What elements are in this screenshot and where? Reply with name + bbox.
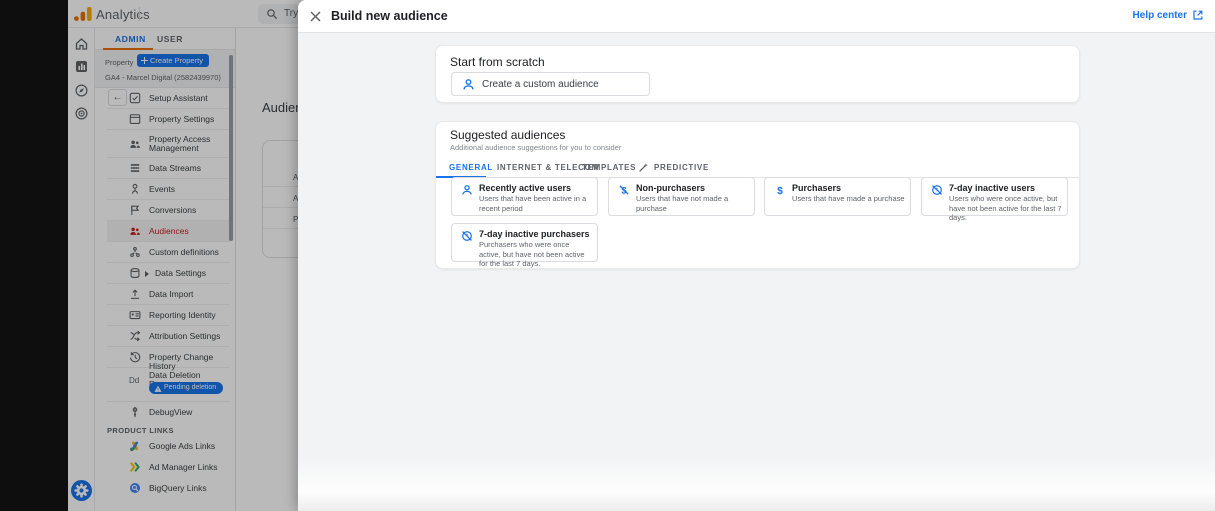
dialog-header: Build new audience Help center <box>298 0 1215 33</box>
dialog-title: Build new audience <box>331 9 448 23</box>
svg-text:$: $ <box>777 186 783 196</box>
external-link-icon[interactable] <box>1192 9 1204 21</box>
person-icon <box>461 184 473 196</box>
suggestion-card-recently-active-users[interactable]: Recently active users Users that have be… <box>451 177 598 216</box>
create-custom-audience-label: Create a custom audience <box>482 79 599 90</box>
dollar-icon: $ <box>774 184 786 196</box>
suggested-audiences-title: Suggested audiences <box>450 128 565 142</box>
dialog-body: Start from scratch Create a custom audie… <box>298 33 1215 511</box>
person-icon <box>462 78 475 91</box>
money-off-icon: $ <box>618 184 630 196</box>
suggestion-card-non-purchasers[interactable]: $ Non-purchasers Users that have not mad… <box>608 177 755 216</box>
suggestion-card-7-day-inactive-users[interactable]: 7-day inactive users Users who were once… <box>921 177 1068 216</box>
start-from-scratch-title: Start from scratch <box>450 55 545 69</box>
tab-templates[interactable]: TEMPLATES <box>582 163 636 172</box>
timer-off-icon <box>931 184 943 196</box>
tab-general[interactable]: GENERAL <box>449 163 493 172</box>
suggestion-card-7-day-inactive-purchasers[interactable]: 7-day inactive purchasers Purchasers who… <box>451 223 598 262</box>
create-custom-audience-button[interactable]: Create a custom audience <box>451 72 650 96</box>
suggestion-card-purchasers[interactable]: $ Purchasers Users that have made a purc… <box>764 177 911 216</box>
suggested-audiences-card: Suggested audiences Additional audience … <box>435 121 1080 269</box>
build-new-audience-dialog: Build new audience Help center Start fro… <box>298 0 1215 511</box>
start-from-scratch-card: Start from scratch Create a custom audie… <box>435 45 1080 103</box>
tab-predictive[interactable]: PREDICTIVE <box>654 163 709 172</box>
help-center-link[interactable]: Help center <box>1133 10 1187 21</box>
screen: Analytics Try <box>0 0 1215 511</box>
predictive-wand-icon[interactable] <box>638 162 649 173</box>
suggested-tabs: GENERAL INTERNET & TELECOM TEMPLATES PRE… <box>436 158 1079 178</box>
suggested-audiences-subtitle: Additional audience suggestions for you … <box>450 143 621 152</box>
timer-off-icon <box>461 230 473 242</box>
close-icon[interactable] <box>309 10 322 23</box>
